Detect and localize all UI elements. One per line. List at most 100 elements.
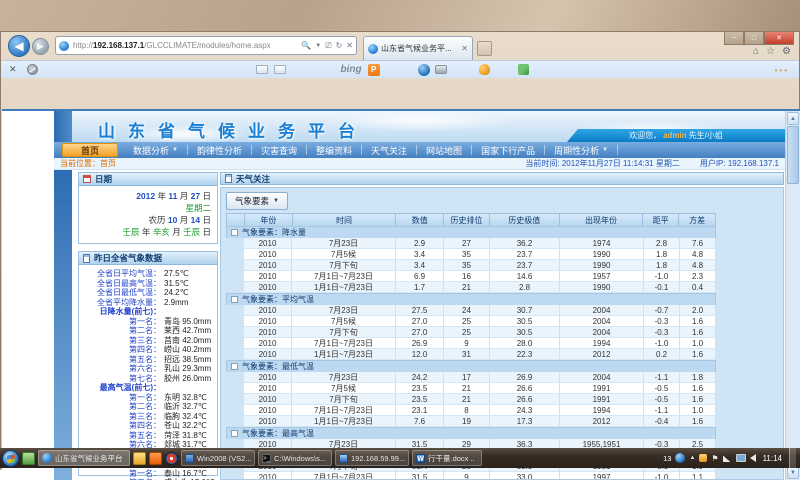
forward-button[interactable]: ▶ [32,38,49,55]
new-tab-button[interactable] [477,41,492,56]
table-cell: 27 [444,238,490,248]
stop-icon[interactable]: ✕ [346,41,353,50]
nav-item-5[interactable]: 天气关注 [362,145,417,155]
taskbar-button-cmd[interactable]: >_C:\Windows\s... [258,450,332,466]
volume-icon[interactable] [750,454,756,462]
maximize-button[interactable]: □ [744,32,764,45]
show-desktop-button[interactable] [789,448,796,468]
table-cell: 33.0 [490,472,560,480]
table-cell: 27.5 [396,305,444,315]
nav-item-6[interactable]: 网站地图 [417,145,472,155]
media-app-icon[interactable] [165,452,178,465]
tray-expand-icon[interactable]: ▲ [689,455,695,461]
group-header-row[interactable]: 气象要素：降水量 [226,226,716,238]
table-cell: 2010 [244,394,292,404]
pinned-app-icon[interactable] [22,452,35,465]
tray-app-icon[interactable] [675,453,685,463]
settings-gear-icon[interactable]: ⚙ [782,46,791,57]
rank-row: 第六名：乳山 29.3mm [81,364,215,374]
addon-icon-camera[interactable] [435,65,447,74]
group-checkbox[interactable] [231,430,238,437]
scroll-up-icon[interactable]: ▲ [787,112,799,125]
addon-icon-paw[interactable] [479,64,490,75]
taskbar-ie-window-button[interactable]: 山东省气候业务平台 [38,450,130,466]
table-cell: 2012 [560,416,644,426]
table-cell: 1.7 [396,282,444,292]
taskbar-button-word[interactable]: W行干量.docx .. [412,450,482,466]
start-button[interactable] [2,450,19,467]
url-text: http://192.168.137.1/GLCCLIMATE/modules/… [73,41,301,50]
addon-icon-blue[interactable] [418,64,430,76]
toolbar-card-icon-1[interactable] [256,65,268,74]
action-center-flag-icon[interactable]: ⚑ [711,454,718,463]
element-selector-button[interactable]: 气象要素▼ [226,192,288,210]
tray-warning-icon[interactable] [699,454,707,462]
table-row[interactable]: 20107月1日~7月23日31.5933.01997-1.01.1 [244,472,716,480]
display-icon[interactable] [736,454,746,462]
taskbar-clock[interactable]: 11:14 [763,454,782,463]
orange-app-taskbar-icon[interactable] [149,452,162,465]
search-icon[interactable]: 🔍 [301,41,311,50]
orange-app-icon[interactable]: P [368,64,380,76]
table-row[interactable]: 20101月1日~7月23日12.03122.320120.21.6 [244,349,716,360]
network-icon[interactable] [723,454,732,462]
rank-section-header: 最高气温(前七)： [81,383,215,393]
table-row[interactable]: 20107月23日24.21726.92004-1.11.8 [244,372,716,383]
compatibility-view-icon[interactable]: ⎚ [325,41,331,51]
refresh-icon[interactable]: ↻ [336,41,343,50]
nav-item-7[interactable]: 国家下行产品 [472,145,545,155]
taskbar-button-remote[interactable]: 192.168.59.99... [335,450,409,466]
group-header-row[interactable]: 气象要素：最低气温 [226,360,716,372]
home-icon[interactable]: ⌂ [753,46,759,57]
tab-close-icon[interactable]: ✕ [461,44,468,53]
favorites-star-icon[interactable]: ☆ [766,46,775,57]
table-row[interactable]: 20107月1日~7月23日6.91614.61957-1.02.3 [244,271,716,282]
nav-item-2[interactable]: 韵律性分析 [188,145,252,155]
table-row[interactable]: 20107月下旬23.52126.61991-0.51.6 [244,394,716,405]
address-bar[interactable]: http://192.168.137.1/GLCCLIMATE/modules/… [55,36,357,55]
weather-table: 年份时间数值历史排位历史极值出现年份距平方差气象要素：降水量20107月23日2… [226,213,716,480]
nav-item-1[interactable]: 数据分析▼ [124,145,188,155]
nav-item-8[interactable]: 周期性分析▼ [545,145,618,155]
browser-tab[interactable]: 山东省气候业务平... ✕ [363,36,473,60]
nav-item-0[interactable]: 首页 [62,143,118,157]
page-scrollbar[interactable]: ▲ ▼ [785,111,800,480]
table-row[interactable]: 20107月1日~7月23日23.1824.31994-1.11.0 [244,405,716,416]
addon-icon-puzzle[interactable] [518,64,529,75]
table-row[interactable]: 20107月5候23.52126.61991-0.51.6 [244,383,716,394]
table-row[interactable]: 20107月5候3.43523.719901.84.8 [244,249,716,260]
explorer-folder-icon[interactable] [133,452,146,465]
table-cell: 36.2 [490,238,560,248]
group-checkbox[interactable] [231,229,238,236]
nav-item-4[interactable]: 整编资料 [307,145,362,155]
bing-logo[interactable]: bing [341,64,362,75]
scrollbar-thumb[interactable] [787,126,799,184]
group-header-row[interactable]: 气象要素：最高气温 [226,427,716,439]
group-checkbox[interactable] [231,363,238,370]
table-cell: 6.9 [396,271,444,281]
back-button[interactable]: ◀ [8,35,30,57]
minimize-button[interactable]: ─ [724,32,744,45]
group-checkbox[interactable] [231,296,238,303]
table-row[interactable]: 20107月5候27.02530.52004-0.31.6 [244,316,716,327]
close-bar-icon[interactable]: ✕ [9,64,17,75]
table-cell: 24 [444,305,490,315]
dropdown-caret-icon[interactable]: ▼ [315,43,321,49]
table-cell: 7.6 [680,238,716,248]
table-row[interactable]: 20107月23日27.52430.72004-0.72.0 [244,305,716,316]
toolbar-card-icon-2[interactable] [274,65,286,74]
table-row[interactable]: 20101月1日~7月23日1.7212.81990-0.10.4 [244,282,716,293]
group-header-row[interactable]: 气象要素：平均气温 [226,293,716,305]
close-button[interactable]: ✕ [764,32,794,45]
more-options-dots-icon[interactable]: ••• [775,66,789,75]
blocked-addon-icon[interactable] [27,64,38,75]
table-cell: 3.4 [396,249,444,259]
table-row[interactable]: 20107月下旬3.43523.719901.84.8 [244,260,716,271]
table-row[interactable]: 20107月下旬27.02530.52004-0.31.6 [244,327,716,338]
taskbar-button-vm[interactable]: Win2008 (VS2... [181,450,255,466]
table-row[interactable]: 20101月1日~7月23日7.61917.32012-0.41.6 [244,416,716,427]
nav-item-3[interactable]: 灾害查询 [252,145,307,155]
table-cell: 7月1日~7月23日 [292,338,396,348]
table-row[interactable]: 20107月23日2.92736.219742.87.6 [244,238,716,249]
table-row[interactable]: 20107月1日~7月23日26.9928.01994-1.01.0 [244,338,716,349]
